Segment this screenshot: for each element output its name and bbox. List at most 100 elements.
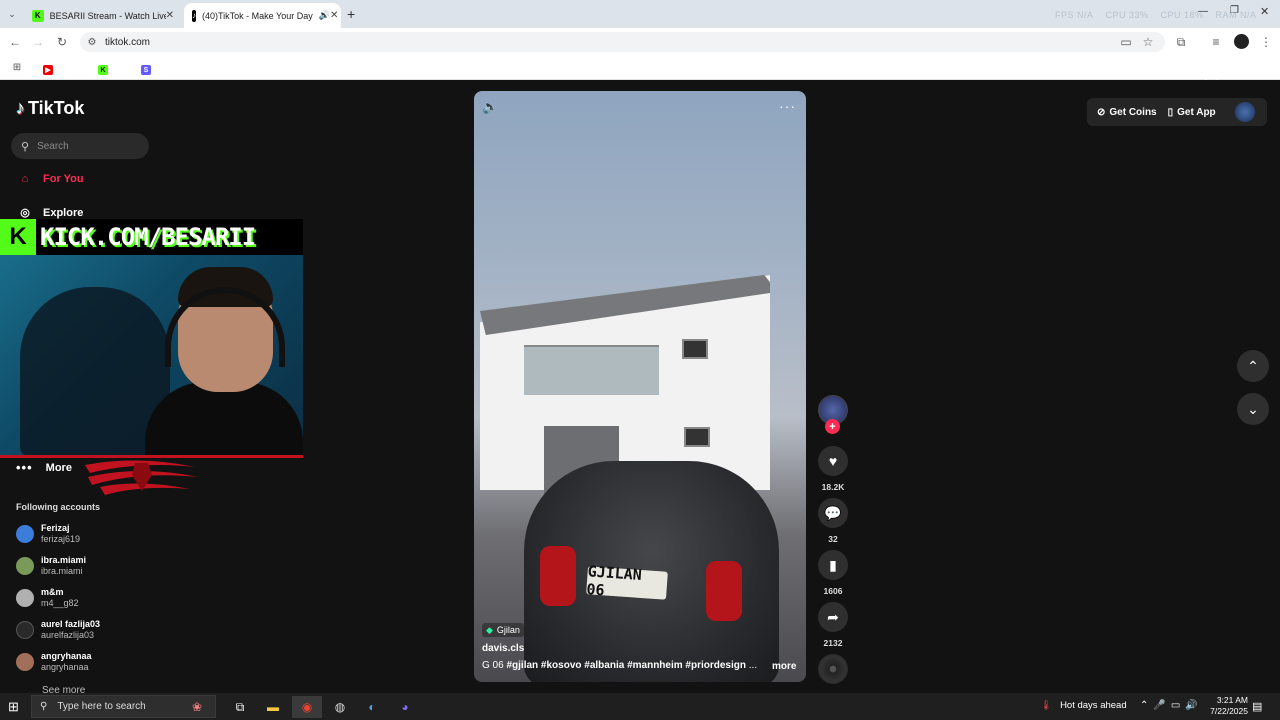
search-input[interactable]: ⚲ Search [11,133,149,159]
bookmark-stripe[interactable]: S Stripe | Financial Infr... [141,61,314,79]
reload-icon[interactable]: ↻ [54,34,70,50]
get-app-button[interactable]: ▯ Get App [1168,107,1216,118]
avatar [16,653,34,671]
avatar [16,525,34,543]
avatar [16,557,34,575]
chevron-up-icon: ⌃ [1247,357,1259,374]
network-icon: ▭ [1170,700,1186,711]
volume-icon[interactable]: 🔈 [482,99,498,115]
music-disc-icon[interactable] [818,654,848,684]
system-tray[interactable]: ⌃🎤▭🔊 [1140,700,1203,711]
search-highlight-icon[interactable]: ❀ [186,696,208,718]
tab-title: (40)TikTok - Make Your Day [202,10,313,21]
clock-date: 7/22/2025 [1210,706,1248,716]
app-icon[interactable]: ◐ [361,696,383,718]
windows-start-icon[interactable]: ⊞ [8,699,19,715]
cast-icon[interactable]: ▭ [1118,34,1134,50]
account-handle: ibra.miami [41,566,83,576]
caption-hashtags[interactable]: #gjilan #kosovo #albania #mannheim #prio… [506,660,746,671]
media-control-icon[interactable]: ≡ [1208,34,1224,50]
share-button[interactable]: ➦ [818,602,848,632]
video-player[interactable]: GJILAN 06 [474,91,806,682]
comment-icon: 💬 [824,504,842,521]
clock-time: 3:21 AM [1216,695,1248,705]
following-account[interactable]: angryhanaa angryhanaa [16,646,92,678]
apps-grid-icon[interactable]: ⊞ [9,59,25,75]
caption-text: G 06 [482,660,504,671]
site-info-icon[interactable]: ⚙ [84,34,100,50]
notification-icon[interactable]: ▤ [1252,700,1262,713]
close-window-button[interactable]: ✕ [1260,5,1269,18]
save-button[interactable]: ▮ [818,550,848,580]
window [684,427,710,447]
tiktok-icon: ♪ [192,9,196,22]
forward-icon[interactable]: → [30,34,46,50]
search-icon: ⚲ [40,701,48,712]
tab-besarii[interactable]: K BESARII Stream - Watch Live on ✕ [24,3,182,28]
following-account[interactable]: ibra.miami ibra.miami [16,550,86,582]
video-options-icon[interactable]: ··· [779,98,796,114]
file-explorer-icon[interactable]: ▬ [262,696,284,718]
video-author[interactable]: davis.cls [482,643,524,654]
stripe-icon: S [141,65,151,75]
profile-avatar[interactable] [1234,34,1249,49]
phone-icon: ▯ [1167,106,1174,118]
user-avatar[interactable] [1235,102,1255,122]
logo-text: TikTok [28,98,85,118]
get-coins-button[interactable]: ⊘ Get Coins [1097,107,1157,118]
caption-ellipsis: ... [748,660,757,671]
weather-widget[interactable]: 🌡 Hot days ahead [1040,700,1127,711]
share-icon: ➦ [827,608,839,625]
following-account[interactable]: m&m m4__g82 [16,582,79,614]
chrome-icon[interactable]: ◉ [292,696,322,718]
coin-icon: ⊘ [1097,106,1106,118]
tab-tiktok[interactable]: ♪ (40)TikTok - Make Your Day 🔊 ✕ [184,3,341,28]
address-bar[interactable]: tiktok.com [80,32,1165,52]
home-icon: ⌂ [21,173,29,185]
balcony [524,345,659,395]
tiktok-logo[interactable]: ♪ TikTok [16,98,84,119]
discord-icon[interactable]: ◕ [394,696,416,718]
comment-button[interactable]: 💬 [818,498,848,528]
account-handle: aurelfazlija03 [41,630,95,640]
more-dots-icon: ••• [16,460,33,475]
bookmark-star-icon[interactable]: ☆ [1140,34,1156,50]
close-tab-icon[interactable]: ✕ [330,10,338,21]
nav-explore[interactable]: ◎ Explore [16,206,83,220]
next-video-button[interactable]: ⌄ [1237,393,1269,425]
kick-url-text: KICK.COM/BESARII [40,223,256,251]
account-name: angryhanaa [41,651,92,661]
license-plate: GJILAN 06 [586,562,668,600]
location-pin-icon: ◆ [486,624,493,635]
menu-icon[interactable]: ⋮ [1258,34,1274,50]
tiktok-icon: ♪ [16,98,25,118]
caption-more-button[interactable]: more [772,661,796,672]
close-tab-icon[interactable]: ✕ [166,10,174,21]
heart-icon: ♥ [828,453,838,469]
taskbar-clock[interactable]: 3:21 AM 7/22/2025 [1198,695,1248,717]
performance-overlay: FPS N/A CPU 33% CPU 18% RAM N/A [1055,10,1257,20]
tab-search-icon[interactable]: ⌄ [4,6,20,22]
nav-for-you[interactable]: ⌂ For You [16,173,84,185]
like-button[interactable]: ♥ [818,446,848,476]
follow-plus-button[interactable]: + [825,419,840,434]
task-view-icon[interactable]: ⧉ [229,696,251,718]
new-tab-button[interactable]: + [347,6,355,22]
kick-icon: K [32,9,44,22]
minimize-button[interactable]: — [1198,6,1208,17]
obs-icon[interactable]: ◍ [329,696,351,718]
kick-icon: K [98,65,108,75]
maximize-button[interactable]: ❐ [1230,5,1239,16]
location-tag[interactable]: ◆ Gjilan [482,623,524,637]
like-count: 18.2K [821,482,845,492]
get-app-label: Get App [1177,106,1216,118]
microphone-icon: 🎤 [1153,700,1171,711]
search-placeholder: Search [37,140,69,152]
previous-video-button[interactable]: ⌃ [1237,350,1269,382]
speaker-icon[interactable]: 🔊 [319,10,330,21]
following-account[interactable]: aurel fazlija03 aurelfazlija03 [16,614,100,646]
extensions-icon[interactable]: ⧉ [1173,34,1189,50]
back-icon[interactable]: ← [7,34,23,50]
following-account[interactable]: Ferizaj ferizaj619 [16,518,80,550]
nav-more[interactable]: ••• More [16,460,72,475]
